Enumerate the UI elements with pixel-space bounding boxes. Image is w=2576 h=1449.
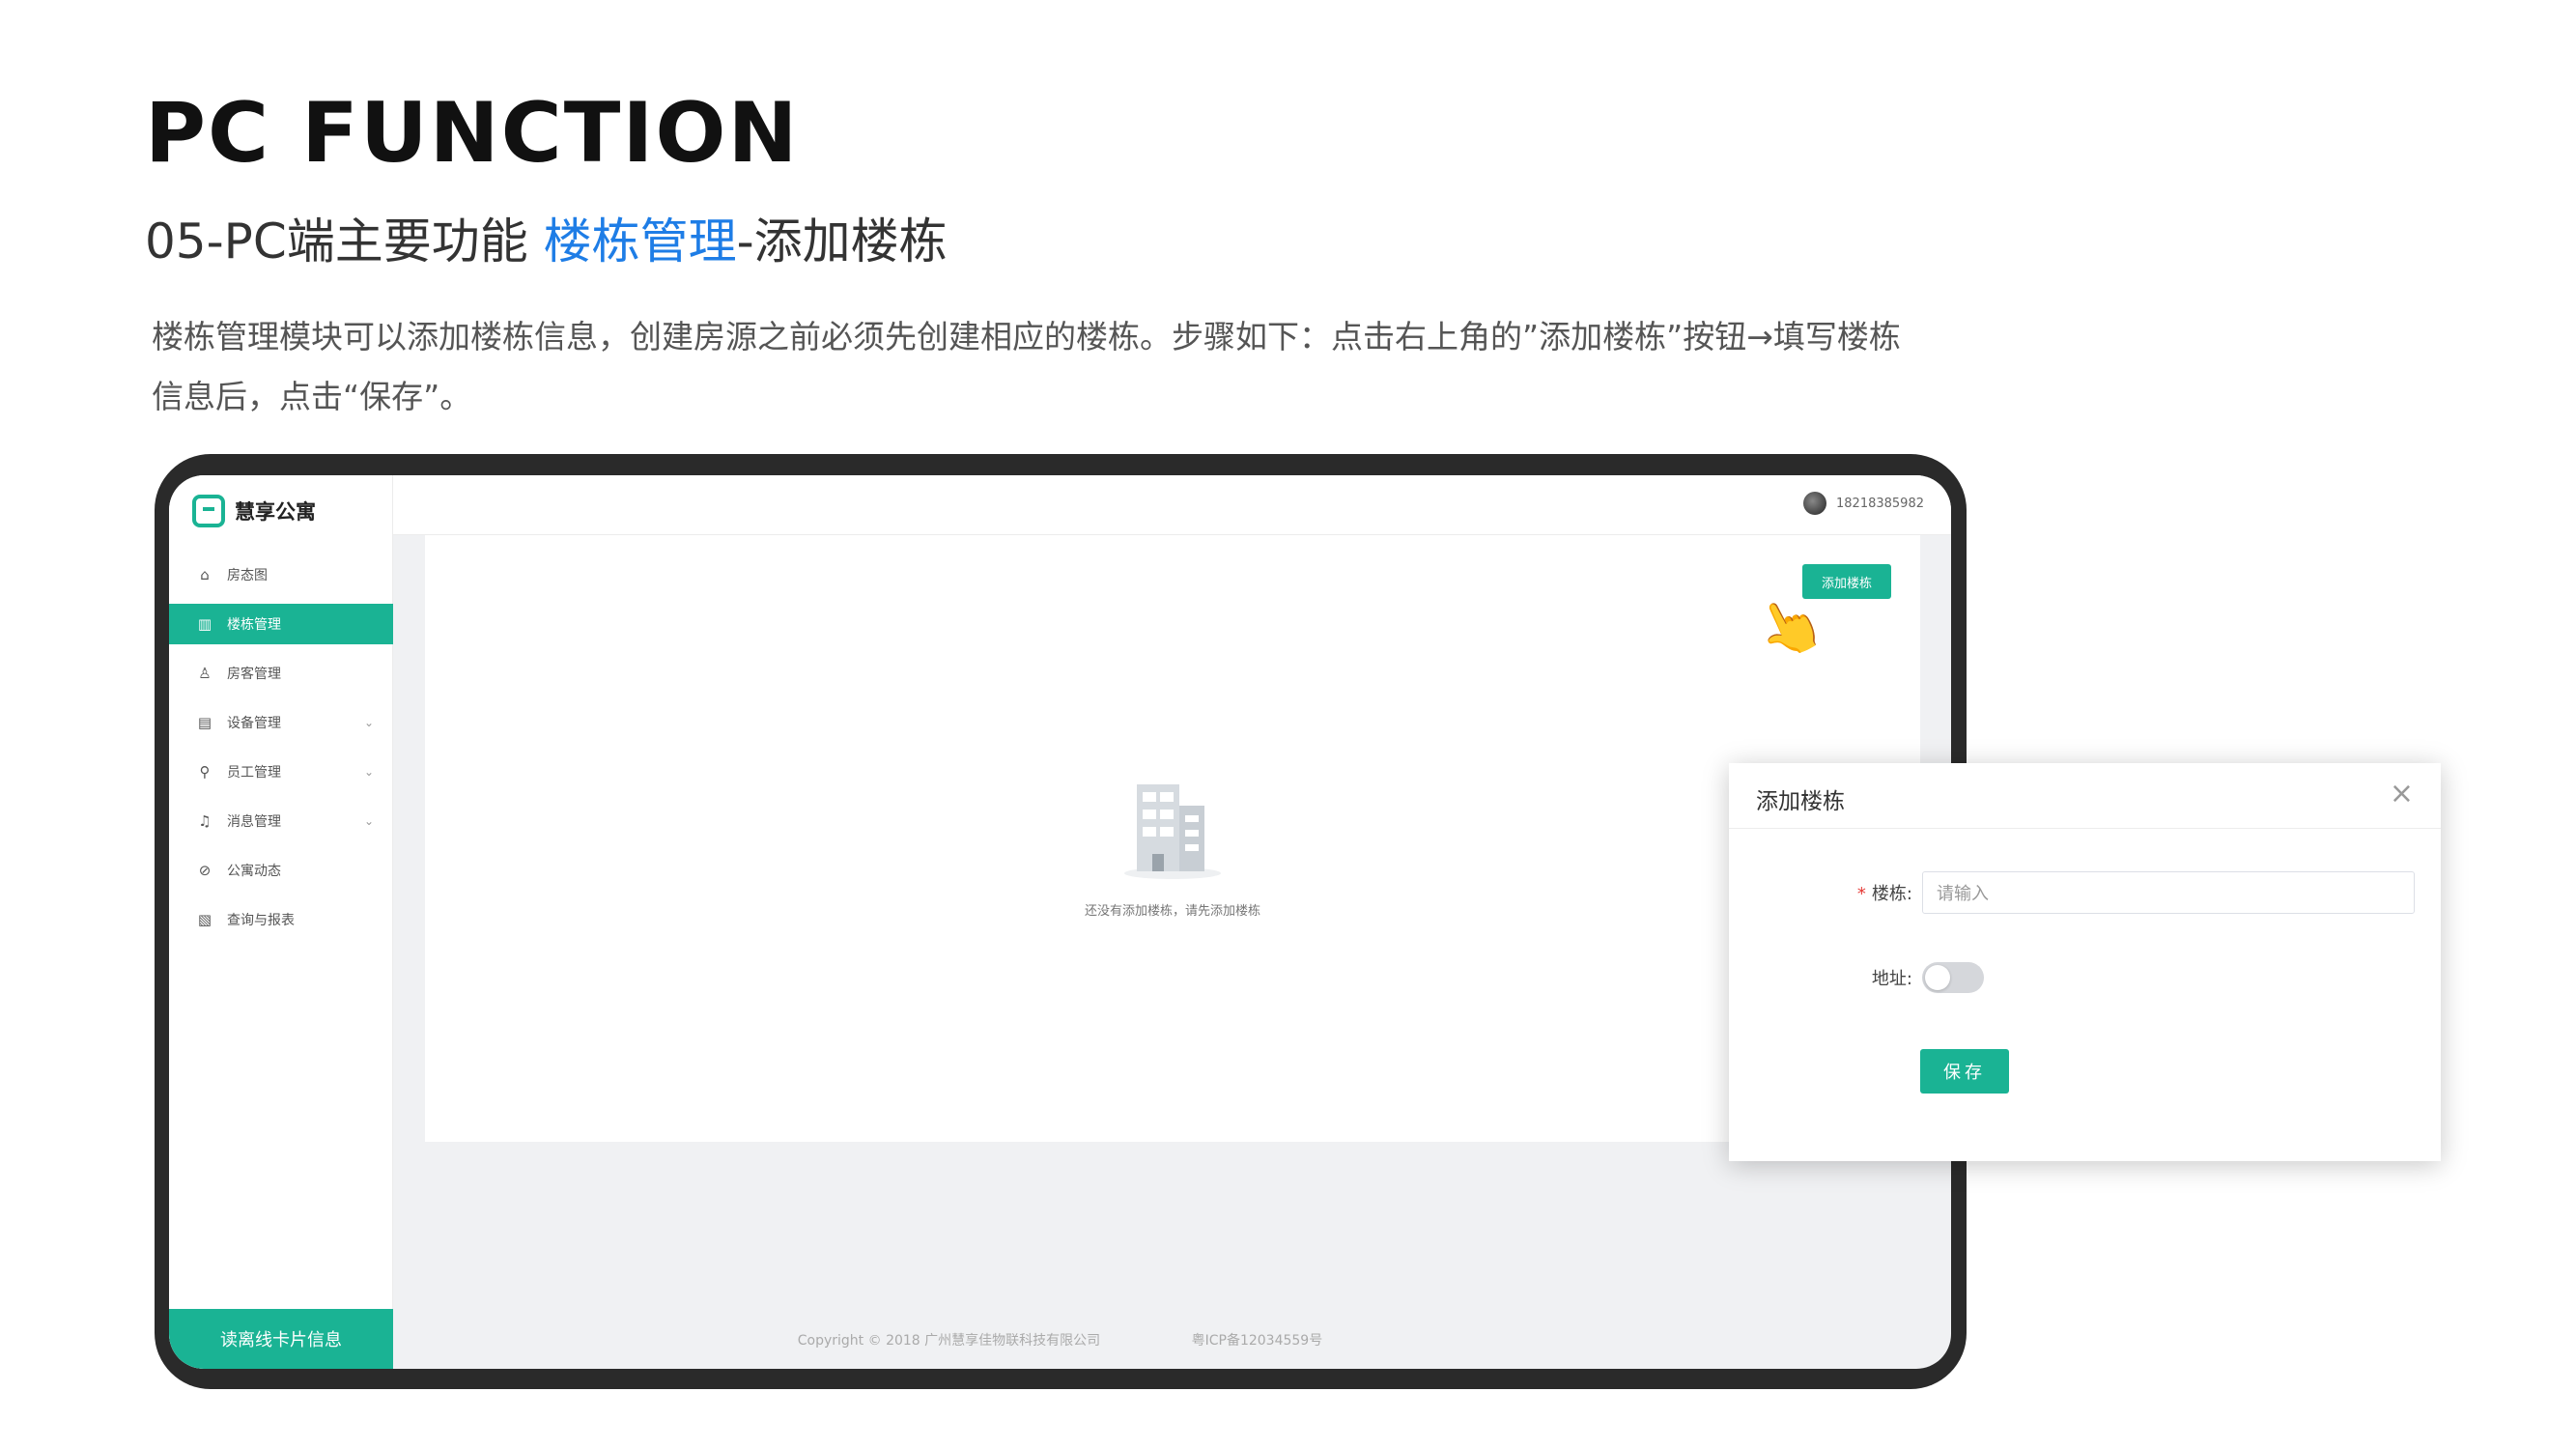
device-icon: ▤ — [197, 714, 212, 731]
subtitle-suffix: -添加楼栋 — [736, 213, 948, 270]
chevron-down-icon: ⌄ — [363, 814, 374, 828]
address-toggle[interactable] — [1922, 962, 1984, 993]
sidebar-item-label: 消息管理 — [227, 814, 281, 830]
sidebar-item-label: 公寓动态 — [227, 864, 281, 879]
sidebar-item-label: 员工管理 — [227, 765, 281, 781]
empty-state-text: 还没有添加楼栋，请先添加楼栋 — [1084, 904, 1260, 919]
page-description: 楼栋管理模块可以添加楼栋信息，创建房源之前必须先创建相应的楼栋。步骤如下：点击右… — [152, 318, 1901, 415]
sidebar-item-label: 楼栋管理 — [227, 617, 281, 633]
compass-icon: ⊘ — [198, 862, 212, 879]
page-subtitle: 05-PC端主要功能 楼栋管理-添加楼栋 — [145, 203, 948, 272]
sidebar-item-room-status[interactable]: ⌂ 房态图 — [169, 554, 393, 595]
logo-icon — [192, 495, 225, 527]
logo-text: 慧享公寓 — [235, 500, 316, 524]
app-logo[interactable]: 慧享公寓 — [192, 495, 316, 527]
sidebar-item-tenants[interactable]: ♙ 房客管理 — [169, 653, 393, 694]
sidebar-item-devices[interactable]: ▤ 设备管理 ⌄ — [169, 702, 393, 743]
dialog-header: 添加楼栋 × — [1729, 763, 2441, 829]
copyright-text: Copyright © 2018 广州慧享佳物联科技有限公司 — [797, 1333, 1101, 1349]
main-content: 添加楼栋 👆 还没有添加楼栋，请先添加楼栋 — [425, 535, 1920, 1142]
bell-icon: ♫ — [198, 812, 212, 830]
add-building-dialog: 添加楼栋 × * 楼栋: 请输入 地址: 保存 — [1729, 763, 2441, 1161]
footer: Copyright © 2018 广州慧享佳物联科技有限公司 粤ICP备1203… — [169, 1330, 1951, 1350]
chevron-down-icon: ⌄ — [363, 765, 374, 779]
subtitle-prefix: 05-PC端主要功能 — [145, 213, 544, 270]
topbar: 18218385982 — [393, 475, 1951, 535]
sidebar-item-staff[interactable]: ⚲ 员工管理 ⌄ — [169, 752, 393, 792]
chevron-down-icon: ⌄ — [363, 716, 374, 729]
report-icon: ▧ — [197, 911, 212, 928]
staff-icon: ⚲ — [199, 763, 211, 781]
building-label: * 楼栋: — [1856, 884, 1912, 904]
building-icon: ▥ — [197, 615, 212, 633]
sidebar-item-messages[interactable]: ♫ 消息管理 ⌄ — [169, 801, 393, 841]
page-title: PC FUNCTION — [145, 85, 800, 182]
sidebar-item-label: 房客管理 — [227, 667, 281, 682]
sidebar-item-news[interactable]: ⊘ 公寓动态 — [169, 850, 393, 891]
app-screen: 慧享公寓 ⌂ 房态图 ▥ 楼栋管理 ♙ 房客管理 ▤ 设备管理 ⌄ ⚲ 员工管理… — [169, 475, 1951, 1369]
avatar — [1803, 492, 1827, 515]
user-icon: ♙ — [198, 665, 212, 682]
home-icon: ⌂ — [200, 566, 210, 583]
close-icon[interactable]: × — [2390, 777, 2414, 810]
user-menu[interactable]: 18218385982 — [1803, 492, 1924, 515]
user-phone: 18218385982 — [1836, 496, 1924, 511]
subtitle-accent: 楼栋管理 — [543, 213, 737, 270]
empty-state: 还没有添加楼栋，请先添加楼栋 — [425, 777, 1920, 919]
save-button[interactable]: 保存 — [1920, 1049, 2009, 1094]
icp-text: 粤ICP备12034559号 — [1191, 1333, 1323, 1349]
sidebar-item-label: 设备管理 — [227, 716, 281, 731]
building-row: * 楼栋: 请输入 — [1729, 871, 2441, 914]
building-input[interactable]: 请输入 — [1922, 871, 2415, 914]
dialog-title: 添加楼栋 — [1756, 789, 1845, 814]
sidebar-item-label: 房态图 — [227, 568, 268, 583]
required-mark: * — [1856, 884, 1866, 904]
address-row: 地址: — [1729, 962, 2441, 993]
empty-building-icon — [1124, 784, 1221, 879]
sidebar-item-buildings[interactable]: ▥ 楼栋管理 — [169, 604, 393, 644]
sidebar-item-label: 查询与报表 — [227, 913, 295, 928]
sidebar: 慧享公寓 ⌂ 房态图 ▥ 楼栋管理 ♙ 房客管理 ▤ 设备管理 ⌄ ⚲ 员工管理… — [169, 475, 393, 1369]
sidebar-item-reports[interactable]: ▧ 查询与报表 — [169, 899, 393, 940]
sidebar-nav: ⌂ 房态图 ▥ 楼栋管理 ♙ 房客管理 ▤ 设备管理 ⌄ ⚲ 员工管理 ⌄ ♫ … — [169, 554, 393, 949]
add-building-button[interactable]: 添加楼栋 — [1802, 564, 1891, 599]
address-label: 地址: — [1871, 969, 1912, 989]
